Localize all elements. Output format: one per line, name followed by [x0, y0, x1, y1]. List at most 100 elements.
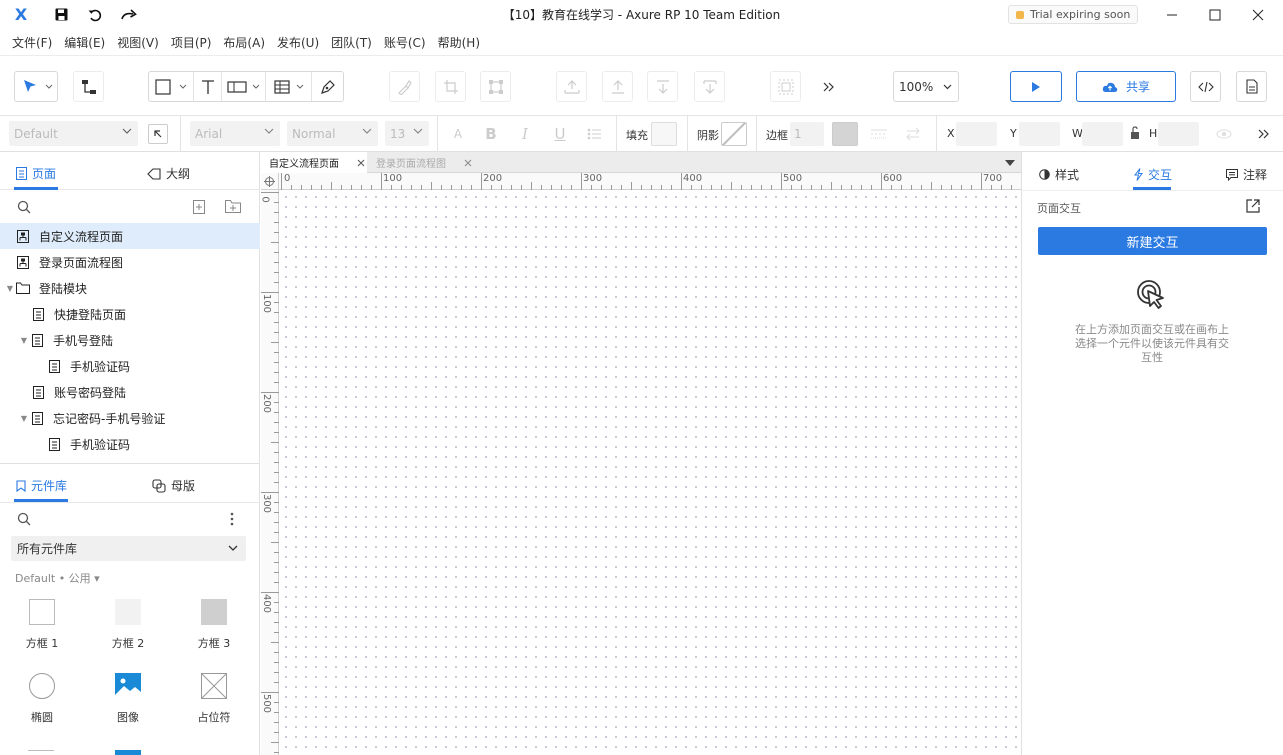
tab-masters[interactable]: 母版 — [152, 477, 195, 494]
text-tool[interactable] — [194, 72, 222, 101]
share-button[interactable]: 共享 — [1076, 71, 1176, 102]
widget-placeholder[interactable]: 占位符 — [184, 672, 244, 725]
doc-tab-custom-flow[interactable]: 自定义流程页面 — [261, 152, 367, 173]
page-item-login-flow[interactable]: 登录页面流程图 — [0, 249, 260, 275]
crop-tool[interactable] — [435, 71, 466, 102]
tab-pages[interactable]: 页面 — [16, 165, 56, 182]
page-item-quick-login[interactable]: 快捷登陆页面 — [0, 301, 260, 327]
ruler-origin[interactable] — [261, 173, 279, 190]
x-input[interactable] — [956, 122, 997, 146]
transform-tool[interactable] — [480, 71, 511, 102]
page-item-phone-login[interactable]: ▼ 手机号登陆 — [0, 327, 260, 353]
menu-team[interactable]: 团队(T) — [325, 29, 378, 55]
unlock-icon[interactable] — [1126, 124, 1144, 142]
minimize-button[interactable] — [1150, 0, 1194, 29]
close-button[interactable] — [1236, 0, 1280, 29]
design-canvas[interactable] — [279, 190, 1021, 755]
border-style-icon[interactable] — [870, 125, 888, 143]
library-menu-button[interactable] — [229, 512, 235, 529]
underline-icon[interactable]: U — [551, 125, 569, 143]
document-button[interactable] — [1236, 71, 1267, 102]
close-tab-icon[interactable] — [357, 159, 365, 167]
bring-to-front-tool[interactable] — [556, 71, 587, 102]
arrow-style-icon[interactable] — [904, 125, 922, 143]
pages-search-button[interactable] — [17, 200, 31, 217]
code-button[interactable] — [1190, 71, 1221, 102]
menu-project[interactable]: 项目(P) — [165, 29, 218, 55]
panel-divider[interactable] — [0, 463, 260, 464]
connector-tool[interactable] — [73, 71, 104, 102]
hotspot-tool[interactable] — [222, 72, 266, 101]
font-weight-select[interactable]: Normal — [287, 121, 378, 146]
more-tools-button[interactable] — [813, 71, 844, 102]
double-chevron-right-icon[interactable] — [1255, 125, 1273, 143]
widget-image[interactable]: 图像 — [98, 673, 158, 725]
y-input[interactable] — [1019, 122, 1060, 146]
add-folder-button[interactable] — [225, 200, 241, 216]
tabs-dropdown-icon[interactable] — [1005, 160, 1015, 166]
page-item-password-login[interactable]: 账号密码登陆 — [0, 379, 260, 405]
redo-button[interactable] — [112, 0, 146, 29]
fill-color-swatch[interactable] — [651, 122, 677, 146]
select-tool[interactable] — [14, 71, 58, 102]
menu-edit[interactable]: 编辑(E) — [58, 29, 111, 55]
rectangle-tool[interactable] — [149, 72, 194, 101]
menu-account[interactable]: 账号(C) — [378, 29, 432, 55]
send-to-back-tool[interactable] — [694, 71, 725, 102]
library-select[interactable]: 所有元件库 — [11, 536, 246, 561]
menu-help[interactable]: 帮助(H) — [432, 29, 486, 55]
preview-button[interactable] — [1010, 71, 1062, 102]
list-icon[interactable] — [585, 125, 603, 143]
expand-arrow-icon[interactable]: ▼ — [18, 336, 30, 345]
widget-ellipse[interactable]: 椭圆 — [12, 673, 72, 725]
page-item-sms-code[interactable]: 手机验证码 — [0, 353, 260, 379]
font-select[interactable]: Arial — [190, 121, 280, 146]
table-tool[interactable] — [266, 72, 312, 101]
group-tool[interactable] — [770, 71, 801, 102]
style-manager-button[interactable] — [148, 124, 168, 144]
add-page-button[interactable] — [193, 200, 205, 217]
shadow-swatch[interactable] — [721, 122, 747, 146]
widget-box-3[interactable]: 方框 3 — [184, 599, 244, 651]
width-input[interactable] — [1082, 122, 1123, 146]
tab-style[interactable]: 样式 — [1039, 166, 1079, 183]
format-painter-tool[interactable] — [389, 71, 420, 102]
page-item-custom-flow[interactable]: 自定义流程页面 — [0, 223, 260, 249]
menu-arrange[interactable]: 布局(A) — [217, 29, 271, 55]
tab-library[interactable]: 元件库 — [16, 477, 67, 494]
bold-icon[interactable]: B — [482, 125, 500, 143]
trial-badge[interactable]: Trial expiring soon — [1008, 5, 1139, 24]
library-search-button[interactable] — [17, 512, 31, 529]
pen-tool[interactable] — [312, 72, 343, 101]
save-button[interactable] — [44, 0, 78, 29]
expand-arrow-icon[interactable]: ▼ — [4, 284, 16, 293]
folder-item-login-module[interactable]: ▼ 登陆模块 — [0, 275, 260, 301]
widget-box-2[interactable]: 方框 2 — [98, 599, 158, 651]
close-tab-icon[interactable] — [464, 159, 472, 167]
open-external-button[interactable] — [1246, 199, 1260, 216]
style-select[interactable]: Default — [9, 121, 138, 146]
border-width-input[interactable]: 1 — [790, 122, 824, 146]
widget-box-1[interactable]: 方框 1 — [12, 599, 72, 651]
doc-tab-login-flow[interactable]: 登录页面流程图 — [368, 152, 474, 173]
italic-icon[interactable]: I — [516, 125, 534, 143]
page-item-sms-code-2[interactable]: 手机验证码 — [0, 431, 260, 457]
menu-file[interactable]: 文件(F) — [6, 29, 58, 55]
page-item-forgot-password[interactable]: ▼ 忘记密码-手机号验证 — [0, 405, 260, 431]
tab-interactions[interactable]: 交互 — [1134, 166, 1172, 183]
new-interaction-button[interactable]: 新建交互 — [1038, 227, 1267, 255]
tab-outline[interactable]: 大纲 — [147, 165, 190, 182]
bring-forward-tool[interactable] — [602, 71, 633, 102]
undo-button[interactable] — [78, 0, 112, 29]
menu-view[interactable]: 视图(V) — [111, 29, 165, 55]
maximize-button[interactable] — [1193, 0, 1237, 29]
expand-arrow-icon[interactable]: ▼ — [18, 414, 30, 423]
tab-notes[interactable]: 注释 — [1226, 166, 1267, 183]
visibility-icon[interactable] — [1215, 125, 1233, 143]
zoom-select[interactable]: 100% — [893, 71, 959, 102]
library-subheader[interactable]: Default • 公用 ▾ — [15, 570, 100, 586]
menu-publish[interactable]: 发布(U) — [271, 29, 325, 55]
font-size-select[interactable]: 13 — [385, 121, 429, 146]
font-color-icon[interactable]: A — [449, 125, 467, 143]
send-backward-tool[interactable] — [647, 71, 678, 102]
